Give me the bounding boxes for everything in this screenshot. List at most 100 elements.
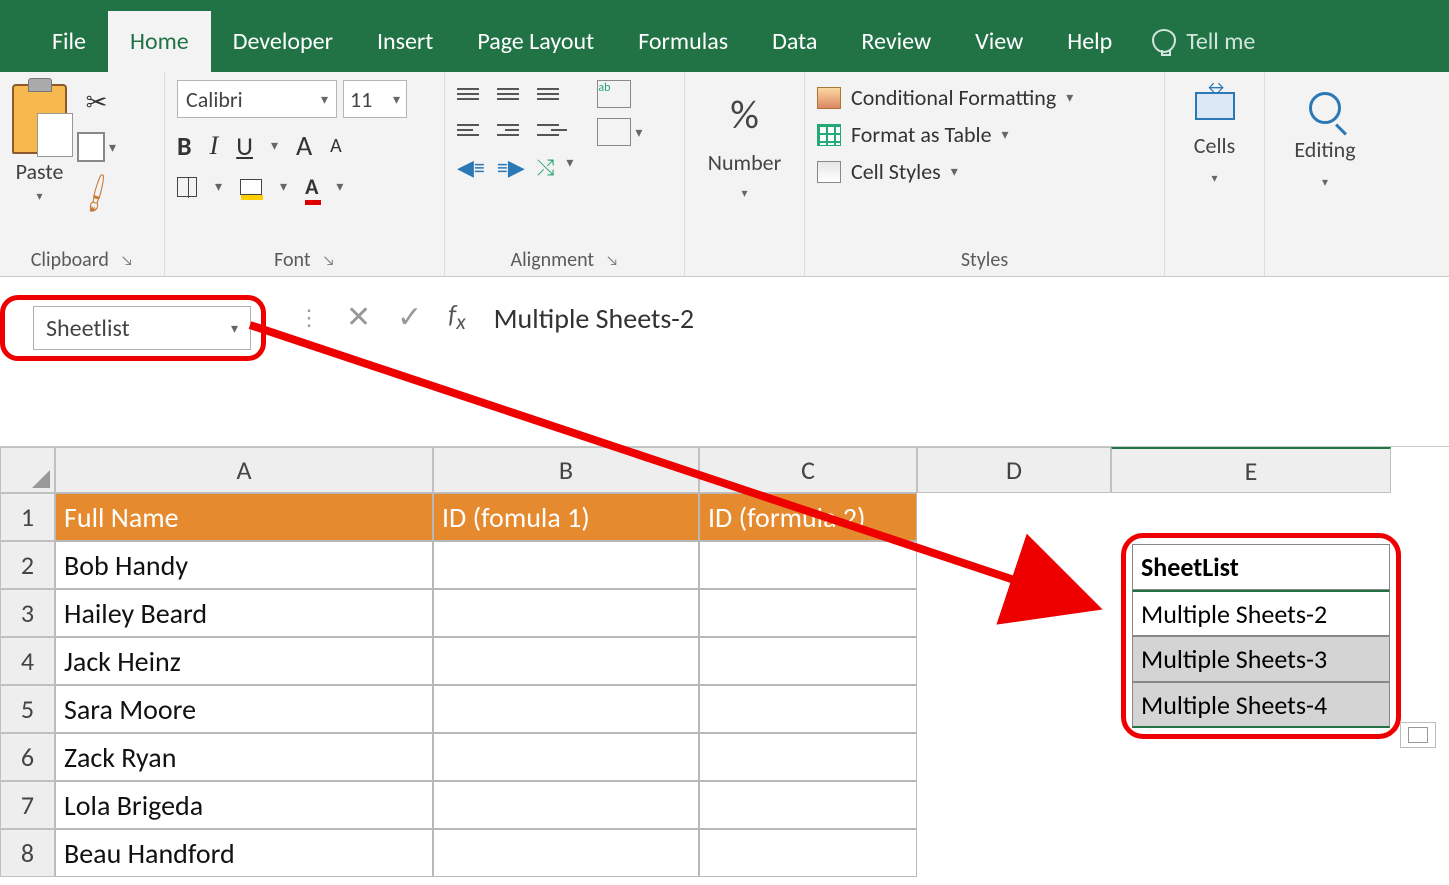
sheetlist-item-2[interactable]: Multiple Sheets-4 bbox=[1132, 682, 1390, 728]
merge-center-icon[interactable] bbox=[597, 118, 631, 146]
cell-A3[interactable]: Hailey Beard bbox=[55, 589, 433, 637]
row-header-4[interactable]: 4 bbox=[0, 637, 55, 685]
tell-me[interactable]: Tell me bbox=[1152, 27, 1255, 56]
format-painter-icon[interactable]: 🖌 bbox=[72, 169, 120, 217]
sheetlist-title-cell[interactable]: SheetList bbox=[1132, 544, 1390, 590]
conditional-formatting-button[interactable]: Conditional Formatting ▾ bbox=[817, 84, 1152, 111]
cell-B3[interactable] bbox=[433, 589, 699, 637]
align-middle-icon[interactable] bbox=[497, 80, 527, 108]
find-icon[interactable] bbox=[1309, 92, 1341, 124]
cell-C8[interactable] bbox=[699, 829, 917, 877]
italic-button[interactable]: I bbox=[210, 131, 219, 161]
cell-D5[interactable] bbox=[917, 685, 1111, 733]
row-header-2[interactable]: 2 bbox=[0, 541, 55, 589]
decrease-font-icon[interactable]: A bbox=[330, 134, 342, 158]
dialog-launcher-icon[interactable]: ↘ bbox=[606, 252, 618, 269]
bold-button[interactable]: B bbox=[177, 130, 192, 162]
align-center-icon[interactable] bbox=[497, 116, 527, 144]
tab-help[interactable]: Help bbox=[1045, 11, 1134, 72]
cell-D4[interactable] bbox=[917, 637, 1111, 685]
cell-C1[interactable]: ID (formula 2) bbox=[699, 493, 917, 541]
tab-review[interactable]: Review bbox=[839, 11, 953, 72]
cells-format-icon[interactable] bbox=[1195, 92, 1235, 120]
fx-icon[interactable]: fx bbox=[448, 298, 465, 335]
cell-A4[interactable]: Jack Heinz bbox=[55, 637, 433, 685]
borders-icon[interactable] bbox=[177, 177, 197, 197]
col-header-E[interactable]: E bbox=[1111, 447, 1391, 493]
sheetlist-item-1[interactable]: Multiple Sheets-3 bbox=[1132, 636, 1390, 682]
tab-developer[interactable]: Developer bbox=[211, 11, 355, 72]
chevron-down-icon[interactable]: ▾ bbox=[1211, 171, 1217, 186]
row-header-5[interactable]: 5 bbox=[0, 685, 55, 733]
align-bottom-icon[interactable] bbox=[537, 80, 567, 108]
cell-D1[interactable] bbox=[917, 493, 1111, 541]
cell-B7[interactable] bbox=[433, 781, 699, 829]
chevron-down-icon[interactable]: ▾ bbox=[36, 189, 42, 204]
col-header-C[interactable]: C bbox=[699, 447, 917, 493]
chevron-down-icon[interactable]: ▾ bbox=[566, 154, 573, 181]
cell-E7[interactable] bbox=[1111, 781, 1391, 829]
name-box[interactable]: Sheetlist ▾ bbox=[33, 306, 251, 350]
row-header-6[interactable]: 6 bbox=[0, 733, 55, 781]
enter-formula-icon[interactable]: ✓ bbox=[397, 299, 422, 336]
copy-icon[interactable] bbox=[77, 132, 105, 162]
cut-icon[interactable]: ✂ bbox=[86, 86, 108, 118]
dialog-launcher-icon[interactable]: ↘ bbox=[121, 252, 133, 269]
chevron-down-icon[interactable]: ▾ bbox=[109, 139, 116, 156]
col-header-D[interactable]: D bbox=[917, 447, 1111, 493]
font-name-select[interactable]: Calibri▾ bbox=[177, 80, 337, 118]
chevron-down-icon[interactable]: ▾ bbox=[215, 178, 222, 195]
tab-data[interactable]: Data bbox=[750, 11, 839, 72]
cell-D6[interactable] bbox=[917, 733, 1111, 781]
cell-E8[interactable] bbox=[1111, 829, 1391, 877]
tab-file[interactable]: File bbox=[30, 11, 108, 72]
row-header-1[interactable]: 1 bbox=[0, 493, 55, 541]
wrap-text-icon[interactable]: ab bbox=[597, 80, 631, 108]
percent-icon[interactable]: % bbox=[730, 90, 759, 139]
tab-view[interactable]: View bbox=[953, 11, 1045, 72]
align-right-icon[interactable] bbox=[537, 116, 567, 144]
cell-B6[interactable] bbox=[433, 733, 699, 781]
orientation-icon[interactable]: ⤭ bbox=[537, 154, 555, 181]
align-top-icon[interactable] bbox=[457, 80, 487, 108]
cell-B4[interactable] bbox=[433, 637, 699, 685]
cell-B8[interactable] bbox=[433, 829, 699, 877]
formula-content[interactable]: Multiple Sheets-2 bbox=[494, 295, 694, 336]
fill-color-icon[interactable] bbox=[240, 179, 262, 195]
row-header-7[interactable]: 7 bbox=[0, 781, 55, 829]
cell-C2[interactable] bbox=[699, 541, 917, 589]
cell-C6[interactable] bbox=[699, 733, 917, 781]
chevron-down-icon[interactable]: ▾ bbox=[1322, 175, 1328, 190]
increase-indent-icon[interactable]: ≡▶ bbox=[497, 154, 525, 181]
row-header-8[interactable]: 8 bbox=[0, 829, 55, 877]
tab-insert[interactable]: Insert bbox=[355, 11, 455, 72]
format-as-table-button[interactable]: Format as Table ▾ bbox=[817, 121, 1152, 148]
cell-A7[interactable]: Lola Brigeda bbox=[55, 781, 433, 829]
col-header-B[interactable]: B bbox=[433, 447, 699, 493]
sheetlist-item-0[interactable]: Multiple Sheets-2 bbox=[1132, 590, 1390, 636]
cell-D7[interactable] bbox=[917, 781, 1111, 829]
cell-A5[interactable]: Sara Moore bbox=[55, 685, 433, 733]
cell-D8[interactable] bbox=[917, 829, 1111, 877]
cell-styles-button[interactable]: Cell Styles ▾ bbox=[817, 158, 1152, 185]
cell-A1[interactable]: Full Name bbox=[55, 493, 433, 541]
cell-D2[interactable] bbox=[917, 541, 1111, 589]
cell-C4[interactable] bbox=[699, 637, 917, 685]
cell-C5[interactable] bbox=[699, 685, 917, 733]
paste-button[interactable]: Paste ▾ bbox=[12, 80, 67, 204]
increase-font-icon[interactable]: A bbox=[296, 128, 312, 163]
paste-options-icon[interactable] bbox=[1400, 722, 1436, 748]
decrease-indent-icon[interactable]: ◀≡ bbox=[457, 154, 485, 181]
cell-E6[interactable] bbox=[1111, 733, 1391, 781]
row-header-3[interactable]: 3 bbox=[0, 589, 55, 637]
cell-D3[interactable] bbox=[917, 589, 1111, 637]
chevron-down-icon[interactable]: ▾ bbox=[231, 320, 238, 337]
tab-page-layout[interactable]: Page Layout bbox=[455, 11, 616, 72]
cell-B5[interactable] bbox=[433, 685, 699, 733]
cell-A2[interactable]: Bob Handy bbox=[55, 541, 433, 589]
chevron-down-icon[interactable]: ▾ bbox=[280, 178, 287, 195]
dialog-launcher-icon[interactable]: ↘ bbox=[323, 252, 335, 269]
tab-formulas[interactable]: Formulas bbox=[616, 11, 750, 72]
chevron-down-icon[interactable]: ▾ bbox=[741, 186, 747, 201]
cell-C3[interactable] bbox=[699, 589, 917, 637]
